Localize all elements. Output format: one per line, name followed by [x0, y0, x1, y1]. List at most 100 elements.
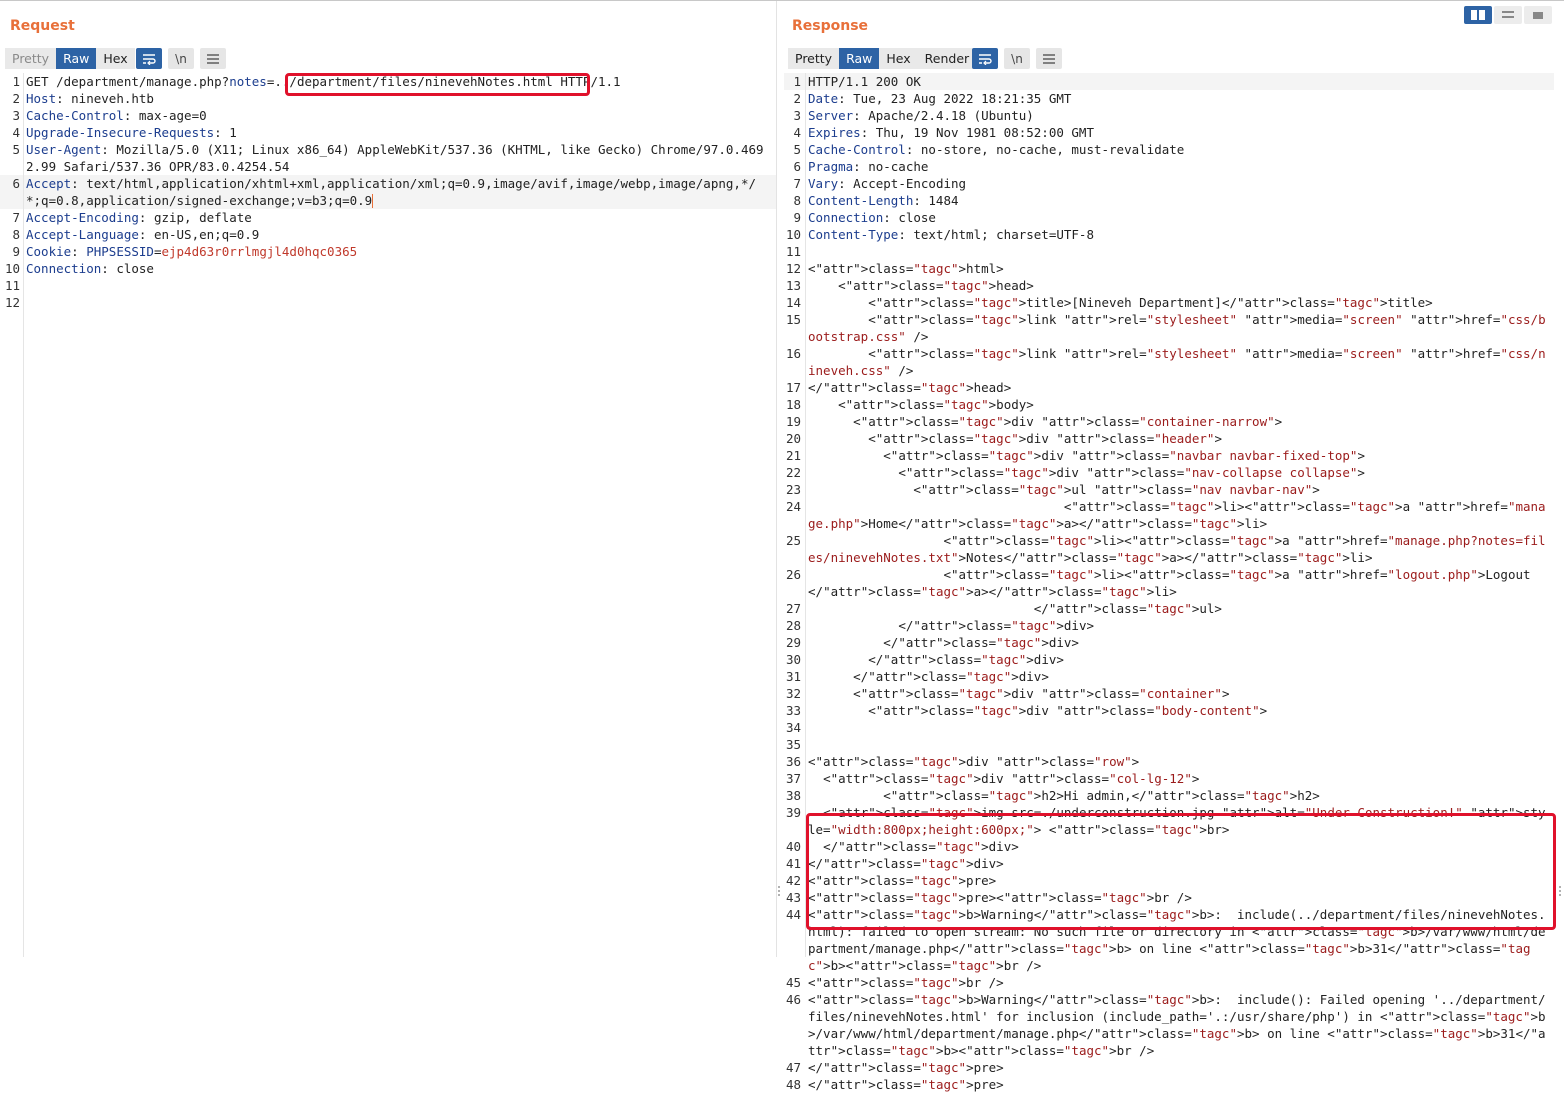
request-line: 11	[0, 277, 776, 294]
line-text: User-Agent: Mozilla/5.0 (X11; Linux x86_…	[26, 142, 764, 174]
response-line: 48 </"attr">class="tagc">pre>	[784, 1076, 1554, 1093]
response-line: 21 <"attr">class="tagc">div "attr">class…	[784, 447, 1554, 464]
response-line: 14 <"attr">class="tagc">title>[Nineveh D…	[784, 294, 1554, 311]
response-line: 40 </"attr">class="tagc">div>	[784, 838, 1554, 855]
line-text: <"attr">class="tagc">link "attr">rel="st…	[808, 312, 1546, 344]
line-text: <"attr">class="tagc">br />	[808, 975, 1004, 990]
line-text: </"attr">class="tagc">ul>	[808, 601, 1222, 616]
request-tab-pretty[interactable]: Pretty	[5, 48, 57, 69]
response-pane: Response Pretty Raw Hex Render \n 1 HTTP/…	[784, 1, 1556, 1092]
line-text: Server: Apache/2.4.18 (Ubuntu)	[808, 108, 1034, 123]
line-text: <"attr">class="tagc">pre>	[808, 873, 997, 888]
line-text: Host: nineveh.htb	[26, 91, 154, 106]
request-line: 7 Accept-Encoding: gzip, deflate	[0, 209, 776, 226]
response-line: 47 </"attr">class="tagc">pre>	[784, 1059, 1554, 1076]
line-text: <"attr">class="tagc">html>	[808, 261, 1004, 276]
line-text: Pragma: no-cache	[808, 159, 929, 174]
request-toolbar: \n	[136, 48, 226, 69]
response-line: 13 <"attr">class="tagc">head>	[784, 277, 1554, 294]
response-tab-pretty[interactable]: Pretty	[788, 48, 840, 69]
response-line: 15 <"attr">class="tagc">link "attr">rel=…	[784, 311, 1554, 345]
response-line: 28 </"attr">class="tagc">div>	[784, 617, 1554, 634]
response-tab-raw[interactable]: Raw	[839, 48, 880, 69]
line-text: <"attr">class="tagc">li><"attr">class="t…	[808, 499, 1546, 531]
response-line: 27 </"attr">class="tagc">ul>	[784, 600, 1554, 617]
line-text	[808, 736, 1550, 753]
text-cursor	[372, 194, 374, 208]
right-edge-grip-icon	[1558, 884, 1562, 898]
request-wrap-lines-icon[interactable]	[136, 48, 162, 69]
response-tab-render[interactable]: Render	[917, 48, 977, 69]
response-line: 45 <"attr">class="tagc">br />	[784, 974, 1554, 991]
line-text: Content-Length: 1484	[808, 193, 959, 208]
line-text: <"attr">class="tagc">div "attr">class="c…	[808, 686, 1230, 701]
response-line: 37 <"attr">class="tagc">div "attr">class…	[784, 770, 1554, 787]
request-line: 12	[0, 294, 776, 311]
line-number: 47	[785, 1060, 801, 1075]
line-text: Cache-Control: max-age=0	[26, 108, 207, 123]
response-tab-hex[interactable]: Hex	[879, 48, 918, 69]
line-text: </"attr">class="tagc">div>	[808, 618, 1095, 633]
line-text: </"attr">class="tagc">pre>	[808, 1060, 1004, 1075]
response-line: 11	[784, 243, 1554, 260]
response-line: 16 <"attr">class="tagc">link "attr">rel=…	[784, 345, 1554, 379]
response-line: 5 Cache-Control: no-store, no-cache, must…	[784, 141, 1554, 158]
line-text: <"attr">class="tagc">title>[Nineveh Depa…	[808, 295, 1433, 310]
request-menu-icon[interactable]	[200, 48, 226, 69]
response-line: 1 HTTP/1.1 200 OK	[784, 73, 1554, 90]
line-text: Expires: Thu, 19 Nov 1981 08:52:00 GMT	[808, 125, 1094, 140]
line-text: Cookie: PHPSESSID=ejp4d63r0rrlmgjl4d0hqc…	[26, 244, 358, 259]
line-text: Content-Type: text/html; charset=UTF-8	[808, 227, 1094, 242]
request-lines: 1 GET /department/manage.php?notes=../dep…	[0, 73, 776, 311]
response-wrap-lines-icon[interactable]	[972, 48, 998, 69]
request-show-newlines-button[interactable]: \n	[168, 48, 194, 69]
line-text: <"attr">class="tagc">h2>Hi admin,</"attr…	[808, 788, 1320, 803]
line-text: GET /department/manage.php?notes=../depa…	[26, 74, 621, 89]
response-line: 29 </"attr">class="tagc">div>	[784, 634, 1554, 651]
request-tab-raw[interactable]: Raw	[56, 48, 97, 69]
response-line: 30 </"attr">class="tagc">div>	[784, 651, 1554, 668]
response-line: 12 <"attr">class="tagc">html>	[784, 260, 1554, 277]
line-text: <"attr">class="tagc">pre><"attr">class="…	[808, 890, 1192, 905]
response-line: 19 <"attr">class="tagc">div "attr">class…	[784, 413, 1554, 430]
line-text: </"attr">class="tagc">div>	[808, 652, 1064, 667]
response-line: 43 <"attr">class="tagc">pre><"attr">class…	[784, 889, 1554, 906]
response-line: 17 </"attr">class="tagc">head>	[784, 379, 1554, 396]
line-text	[808, 243, 1550, 260]
line-text: </"attr">class="tagc">div>	[808, 839, 1019, 854]
response-line: 3 Server: Apache/2.4.18 (Ubuntu)	[784, 107, 1554, 124]
line-text	[26, 277, 768, 294]
response-show-newlines-button[interactable]: \n	[1004, 48, 1030, 69]
line-text: <"attr">class="tagc">ul "attr">class="na…	[808, 482, 1320, 497]
response-line: 34	[784, 719, 1554, 736]
response-line: 24 <"attr">class="tagc">li><"attr">class…	[784, 498, 1554, 532]
response-line: 38 <"attr">class="tagc">h2>Hi admin,</"a…	[784, 787, 1554, 804]
response-gutter-divider	[805, 73, 806, 957]
splitter-grip-icon	[777, 884, 781, 898]
line-text: Accept-Encoding: gzip, deflate	[26, 210, 252, 225]
line-text	[808, 719, 1550, 736]
response-line: 35	[784, 736, 1554, 753]
request-editor[interactable]: 1 GET /department/manage.php?notes=../dep…	[0, 73, 776, 957]
line-text: <"attr">class="tagc">div "attr">class="b…	[808, 703, 1268, 718]
request-tab-hex[interactable]: Hex	[96, 48, 135, 69]
line-number: 45	[785, 975, 801, 990]
request-line: 4 Upgrade-Insecure-Requests: 1	[0, 124, 776, 141]
response-editor[interactable]: 1 HTTP/1.1 200 OK 2 Date: Tue, 23 Aug 2022 …	[784, 73, 1554, 1092]
line-text: <"attr">class="tagc">img src=./undercons…	[808, 805, 1546, 837]
response-menu-icon[interactable]	[1036, 48, 1062, 69]
response-line: 22 <"attr">class="tagc">div "attr">class…	[784, 464, 1554, 481]
line-text: Accept-Language: en-US,en;q=0.9	[26, 227, 260, 242]
line-text: Connection: close	[26, 261, 154, 276]
line-text: Date: Tue, 23 Aug 2022 18:21:35 GMT	[808, 91, 1072, 106]
line-text: <"attr">class="tagc">li><"attr">class="t…	[808, 567, 1531, 599]
line-text: </"attr">class="tagc">div>	[808, 635, 1079, 650]
response-line: 31 </"attr">class="tagc">div>	[784, 668, 1554, 685]
line-text: </"attr">class="tagc">pre>	[808, 1077, 1004, 1092]
request-line: 5 User-Agent: Mozilla/5.0 (X11; Linux x86…	[0, 141, 776, 175]
response-line: 10 Content-Type: text/html; charset=UTF-8	[784, 226, 1554, 243]
line-text: HTTP/1.1 200 OK	[808, 74, 921, 89]
request-line: 1 GET /department/manage.php?notes=../dep…	[0, 73, 776, 90]
request-line: 3 Cache-Control: max-age=0	[0, 107, 776, 124]
line-text: Upgrade-Insecure-Requests: 1	[26, 125, 237, 140]
